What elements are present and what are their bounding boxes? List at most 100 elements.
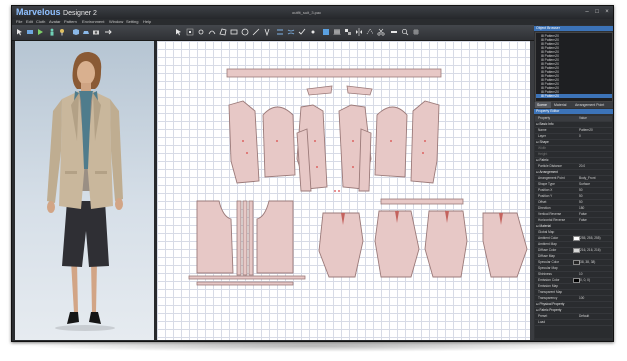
- maximize-icon[interactable]: □: [594, 9, 600, 15]
- property-value[interactable]: Pattern20: [579, 128, 593, 133]
- pattern-piece-shirt-back-right[interactable]: [256, 200, 294, 274]
- property-value[interactable]: (0, 0, 0): [579, 278, 590, 283]
- cut-icon[interactable]: [377, 28, 385, 36]
- pattern-piece-collar-left[interactable]: [306, 85, 333, 96]
- curve-icon[interactable]: [208, 28, 216, 36]
- property-value[interactable]: Surface: [579, 182, 590, 187]
- pattern-piece-collar-right[interactable]: [346, 85, 373, 96]
- pattern-piece-waistband-right[interactable]: [380, 198, 464, 205]
- app-logo: Marvelous Designer 2: [16, 6, 97, 20]
- property-value[interactable]: (216, 216, 216): [579, 248, 601, 253]
- check-sewing-icon[interactable]: [298, 28, 306, 36]
- internal-line-icon[interactable]: [252, 28, 260, 36]
- property-row[interactable]: Load: [535, 320, 612, 326]
- polygon-icon[interactable]: [219, 28, 227, 36]
- tab-arrangement-point[interactable]: Arrangement Point: [573, 102, 612, 108]
- pattern-piece-hem-band[interactable]: [188, 275, 306, 280]
- scale-icon[interactable]: [390, 28, 398, 36]
- floor-shadow: [55, 325, 115, 331]
- property-key: Transparent Map: [538, 290, 563, 294]
- fold-icon[interactable]: [72, 28, 80, 36]
- 3d-viewport[interactable]: [15, 41, 154, 340]
- property-editor[interactable]: Property Value ⊟ Basic Info Name Pattern20 La…: [535, 116, 612, 338]
- property-key: Load: [538, 320, 546, 324]
- pattern-piece-sleeve-left[interactable]: [262, 106, 296, 178]
- pin-icon[interactable]: [58, 28, 66, 36]
- property-key: ⊟ Arrangement: [536, 170, 558, 174]
- left-leg: [71, 261, 78, 313]
- property-value[interactable]: 0: [579, 134, 581, 139]
- arrange-icon[interactable]: [344, 28, 352, 36]
- pattern-piece-collar-band[interactable]: [226, 68, 442, 78]
- circle-icon[interactable]: [241, 28, 249, 36]
- trace-icon[interactable]: [366, 28, 374, 36]
- object-browser-item[interactable]: ⊞ Pattern20: [536, 94, 612, 98]
- property-key: Width: [538, 146, 547, 150]
- pattern-piece-inset-right[interactable]: [358, 128, 372, 192]
- tab-scene[interactable]: Scene: [535, 102, 551, 108]
- pattern-canvas[interactable]: [157, 41, 530, 340]
- property-value[interactable]: 20.0: [579, 164, 585, 169]
- pattern-piece-cuff-band[interactable]: [196, 281, 294, 286]
- property-value[interactable]: 50: [579, 188, 583, 193]
- panel-tabs: Scene Material Arrangement Point: [534, 102, 613, 108]
- arrow-icon[interactable]: [104, 28, 112, 36]
- select-icon[interactable]: [16, 28, 24, 36]
- pleat-icon[interactable]: [333, 28, 341, 36]
- pattern-piece-sleeve-right[interactable]: [374, 106, 408, 178]
- avatar[interactable]: [15, 41, 154, 340]
- pattern-piece-shorts-front-left[interactable]: [318, 212, 364, 278]
- right-pocket: [95, 171, 107, 174]
- avatar-icon[interactable]: [48, 28, 56, 36]
- minimize-icon[interactable]: –: [584, 9, 590, 15]
- property-value[interactable]: False: [579, 218, 587, 223]
- property-value[interactable]: 10: [579, 272, 583, 277]
- property-key: Transparency: [538, 296, 558, 300]
- property-key: Emission Color: [538, 278, 560, 282]
- property-value[interactable]: 50: [579, 200, 583, 205]
- object-browser-list[interactable]: ⊞ Pattern20 ⊞ Pattern20 ⊞ Pattern20 ⊞ Patte…: [535, 32, 613, 102]
- pattern-piece-jacket-back-left[interactable]: [228, 100, 260, 184]
- property-key: Emission Map: [538, 284, 559, 288]
- app-name-suffix: Designer 2: [63, 10, 97, 17]
- free-sewing-icon[interactable]: [287, 28, 295, 36]
- pattern-piece-placket-1[interactable]: [236, 200, 242, 276]
- main-toolbar: [12, 25, 613, 41]
- pattern-piece-shorts-front-right[interactable]: [482, 212, 528, 278]
- property-value[interactable]: False: [579, 212, 587, 217]
- property-value[interactable]: (38, 38, 38): [579, 260, 595, 265]
- add-point-icon[interactable]: [197, 28, 205, 36]
- property-key: Preset: [538, 314, 548, 318]
- tab-material[interactable]: Material: [552, 102, 572, 108]
- property-value[interactable]: 180: [579, 206, 584, 211]
- simulate-icon[interactable]: [36, 28, 44, 36]
- pattern-piece-shorts-back-right[interactable]: [424, 210, 468, 278]
- mirror-icon[interactable]: [355, 28, 363, 36]
- segment-sewing-icon[interactable]: [276, 28, 284, 36]
- transform-icon[interactable]: [26, 28, 34, 36]
- zoom-icon[interactable]: [401, 28, 409, 36]
- property-key: Offset: [538, 200, 547, 204]
- close-icon[interactable]: ×: [604, 9, 610, 15]
- property-value[interactable]: 100: [579, 296, 584, 301]
- edit-point-icon[interactable]: [186, 28, 194, 36]
- tack-icon[interactable]: [309, 28, 317, 36]
- property-key: ⊟ Fabric Property: [536, 308, 562, 312]
- property-value[interactable]: Body_Front: [579, 176, 595, 181]
- pattern-piece-shirt-back-left[interactable]: [196, 200, 234, 274]
- camera-icon[interactable]: [92, 28, 100, 36]
- 2d-pattern-window[interactable]: [157, 41, 530, 340]
- property-key: Height: [538, 152, 548, 156]
- property-value[interactable]: 50: [579, 194, 583, 199]
- property-value[interactable]: Default: [579, 314, 589, 319]
- property-value[interactable]: (255, 255, 255): [579, 236, 601, 241]
- dart-icon[interactable]: [263, 28, 271, 36]
- texture-icon[interactable]: [322, 28, 330, 36]
- grid-icon[interactable]: [412, 28, 420, 36]
- pattern-piece-placket-3[interactable]: [248, 200, 254, 276]
- pattern-piece-placket-2[interactable]: [242, 200, 248, 276]
- iron-icon[interactable]: [82, 28, 90, 36]
- select-pattern-icon[interactable]: [175, 28, 183, 36]
- pattern-piece-jacket-back-right[interactable]: [410, 100, 440, 184]
- rectangle-icon[interactable]: [230, 28, 238, 36]
